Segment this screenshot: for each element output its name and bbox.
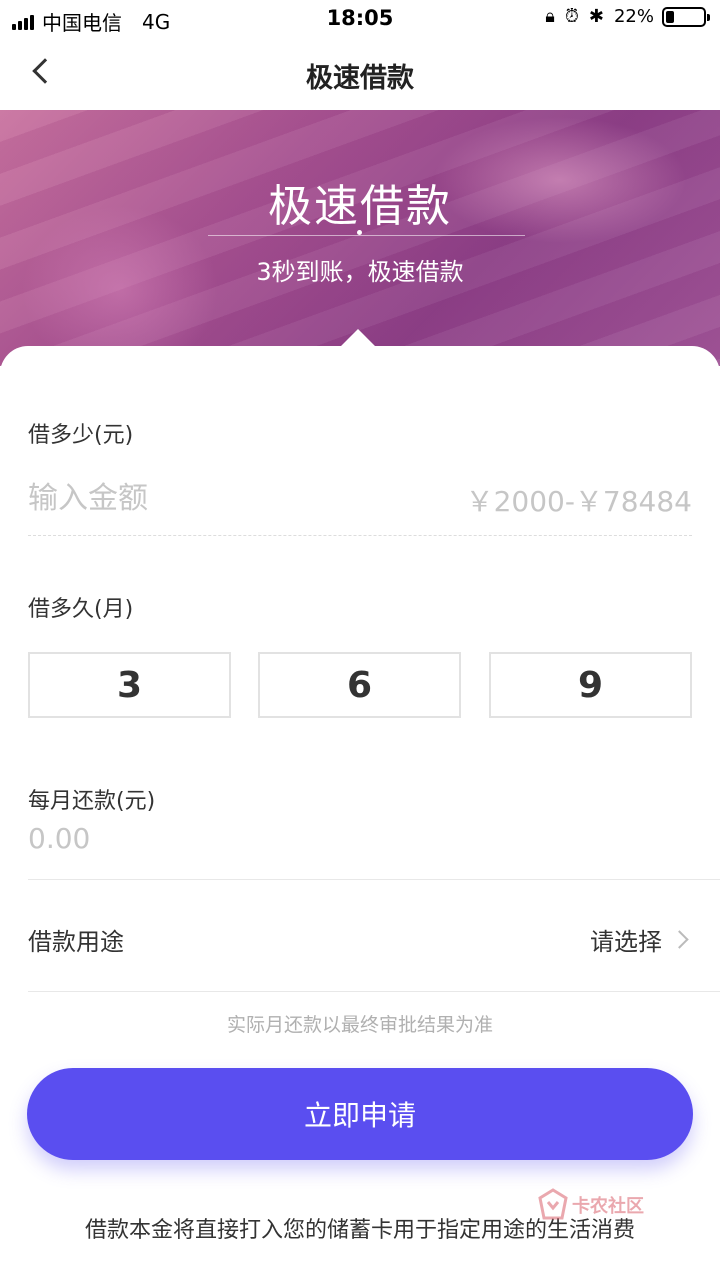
amount-range: ￥2000-￥78484 (465, 485, 692, 518)
monthly-divider (28, 879, 720, 880)
alarm-icon: ⏰︎ (564, 6, 579, 27)
amount-input[interactable] (28, 472, 428, 524)
term-option-6[interactable]: 6 (258, 652, 461, 718)
watermark-logo-icon (538, 1188, 568, 1220)
orientation-lock-icon: 🔒︎ (545, 6, 555, 27)
monthly-label: 每月还款(元) (28, 789, 156, 814)
page-title: 极速借款 (306, 63, 414, 94)
banner-divider (208, 235, 525, 236)
purpose-label: 借款用途 (28, 928, 124, 956)
status-bar-right: 🔒︎ ⏰︎ ✱ 22% (535, 6, 710, 27)
banner-title: 极速借款 (268, 181, 452, 232)
battery-icon (662, 6, 710, 27)
term-options: 3 6 9 (28, 652, 692, 718)
bluetooth-icon: ✱ (588, 6, 604, 27)
purpose-selector[interactable]: 借款用途 请选择 (28, 912, 692, 970)
nav-bar: 极速借款 (0, 38, 720, 110)
monthly-value: 0.00 (28, 822, 91, 855)
apply-button[interactable]: 立即申请 (27, 1068, 693, 1160)
status-bar: 中国电信 4G 18:05 🔒︎ ⏰︎ ✱ 22% (0, 0, 720, 38)
term-option-3[interactable]: 3 (28, 652, 231, 718)
banner-subtitle: 3秒到账，极速借款 (256, 258, 464, 286)
watermark: 卡农社区 (538, 1188, 688, 1224)
hero-banner: 极速借款 3秒到账，极速借款 (0, 110, 720, 366)
purpose-value: 请选择 (590, 928, 662, 956)
chevron-right-icon (670, 930, 689, 949)
purpose-divider (28, 991, 720, 992)
term-option-9[interactable]: 9 (489, 652, 692, 718)
loan-page: 中国电信 4G 18:05 🔒︎ ⏰︎ ✱ 22% 极速借款 极速借款 3秒到账… (0, 0, 720, 1280)
amount-divider (28, 535, 692, 536)
battery-percent: 22% (613, 6, 654, 27)
disclaimer-text: 实际月还款以最终审批结果为准 (226, 1014, 493, 1036)
watermark-text: 卡农社区 (572, 1196, 644, 1217)
term-label: 借多久(月) (28, 597, 134, 622)
banner-divider-dot (357, 230, 362, 235)
amount-label: 借多少(元) (28, 423, 134, 448)
